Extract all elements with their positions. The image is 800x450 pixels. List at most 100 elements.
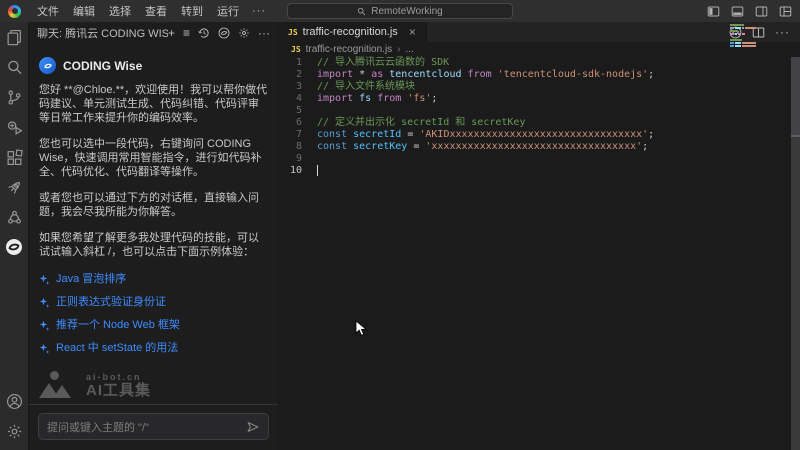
code-line[interactable]: 9 [278,153,788,165]
ai-bot-logo-icon [39,371,77,398]
line-content [302,153,317,165]
code-line[interactable]: 8const secretKey = 'xxxxxxxxxxxxxxxxxxxx… [278,141,788,153]
chat-message-area: CODING Wise 您好 **@Chloe.**，欢迎使用！我可以帮你做代码… [29,44,278,404]
example-prompt-label: React 中 setState 的用法 [56,341,178,355]
editor-scrollbar[interactable] [791,57,800,450]
source-control-icon[interactable] [0,82,28,112]
send-icon[interactable] [246,420,260,434]
chat-paragraph: 您好 **@Chloe.**，欢迎使用！我可以帮你做代码建议、单元测试生成、代码… [39,83,268,125]
code-line[interactable]: 2import * as tencentcloud from 'tencentc… [278,69,788,81]
line-content: import fs from 'fs'; [302,93,437,105]
code-line[interactable]: 6// 定义并出示化 secretId 和 secretKey [278,117,788,129]
sparkle-icon [39,320,50,331]
line-content: // 导入文件系统模块 [302,81,415,93]
cloud-cluster-icon[interactable] [0,202,28,232]
line-number: 5 [278,105,302,117]
toggle-panel-icon[interactable] [731,5,744,18]
tab-label: traffic-recognition.js [303,26,398,38]
line-content: const secretKey = 'xxxxxxxxxxxxxxxxxxxxx… [302,141,648,153]
code-line[interactable]: 1// 导入腾讯云云函数的 SDK [278,57,788,69]
line-number: 8 [278,141,302,153]
line-number: 3 [278,81,302,93]
menu-overflow-button[interactable]: ··· [246,5,272,17]
explorer-icon[interactable] [0,22,28,52]
tab-traffic-recognition[interactable]: JS traffic-recognition.js × [278,22,427,42]
command-center-search[interactable]: RemoteWorking [287,3,513,19]
watermark: ai-bot.cn AI工具集 [39,370,268,398]
line-content: import * as tencentcloud from 'tencentcl… [302,69,654,81]
close-icon[interactable]: × [409,25,416,39]
code-editor[interactable]: 1// 导入腾讯云云函数的 SDK2import * as tencentclo… [278,57,788,450]
more-actions-icon[interactable]: ··· [775,25,790,39]
chat-panel-title: 聊天: 腾讯云 CODING WISE [37,25,168,41]
menu-item[interactable]: 查看 [138,3,174,19]
code-line[interactable]: 10 [278,165,788,177]
example-prompt-link[interactable]: 正则表达式验证身份证 [39,295,268,309]
sparkle-icon [39,297,50,308]
code-line[interactable]: 4import fs from 'fs'; [278,93,788,105]
line-content: // 导入腾讯云云函数的 SDK [302,57,449,69]
code-line[interactable]: 3// 导入文件系统模块 [278,81,788,93]
menu-list: 文件编辑选择查看转到运行 [30,3,246,19]
menu-item[interactable]: 转到 [174,3,210,19]
example-prompt-list: Java 冒泡排序正则表达式验证身份证推荐一个 Node Web 框架 React… [39,272,268,355]
coding-app-logo-icon [8,5,21,18]
customize-layout-icon[interactable] [779,5,792,18]
chat-list-icon[interactable]: ≡ [183,27,190,39]
breadcrumb-symbol[interactable]: ... [406,44,414,55]
example-prompt-link[interactable]: Java 冒泡排序 [39,272,268,286]
history-icon[interactable] [198,27,210,39]
menu-item[interactable]: 文件 [30,3,66,19]
line-number: 1 [278,57,302,69]
search-icon[interactable] [0,52,28,82]
line-number: 6 [278,117,302,129]
scrollbar-thumb[interactable] [791,57,800,137]
line-number: 7 [278,129,302,141]
chat-paragraph: 如果您希望了解更多我处理代码的技能，可以试试输入斜杠 /，也可以点击下面示例体验… [39,231,268,259]
settings-gear-icon[interactable] [0,416,28,446]
breadcrumb-file[interactable]: traffic-recognition.js [306,44,393,55]
editor-group: JS traffic-recognition.js × ··· JS traff… [278,22,800,450]
chat-input[interactable]: 提问或键入主题的 "/" [38,413,269,440]
coding-wise-icon[interactable] [0,232,28,262]
coding-rocket-icon[interactable] [0,172,28,202]
chat-paragraph: 或者您也可以通过下方的对话框，直接输入问题，我会尽我所能为你解答。 [39,191,268,219]
menu-item[interactable]: 编辑 [66,3,102,19]
line-number: 2 [278,69,302,81]
chat-panel: 聊天: 腾讯云 CODING WISE + ≡ ··· CODING Wise … [28,22,278,450]
account-icon[interactable] [0,386,28,416]
search-icon [357,7,366,16]
example-prompt-link[interactable]: React 中 setState 的用法 [39,341,268,355]
coding-logo-icon[interactable] [218,27,230,39]
menu-item[interactable]: 运行 [210,3,246,19]
js-file-icon: JS [291,45,301,54]
text-cursor [317,165,318,176]
sparkle-icon [39,274,50,285]
minimap-row [730,30,756,32]
run-and-debug-icon[interactable] [0,112,28,142]
more-actions-icon[interactable]: ··· [258,27,270,39]
minimap-row [730,45,756,47]
toggle-sidebar-icon[interactable] [707,5,720,18]
menu-item[interactable]: 选择 [102,3,138,19]
code-line[interactable]: 7const secretId = 'AKIDxxxxxxxxxxxxxxxxx… [278,129,788,141]
breadcrumb[interactable]: JS traffic-recognition.js › ... [278,42,800,57]
example-prompt-label: 推荐一个 Node Web 框架 [56,318,180,332]
toggle-secondary-sidebar-icon[interactable] [755,5,768,18]
chat-paragraph: 您也可以选中一段代码，右键询问 CODING Wise，快速调用常用智能指令，进… [39,137,268,179]
settings-gear-icon[interactable] [238,27,250,39]
line-number: 4 [278,93,302,105]
title-bar: 文件编辑选择查看转到运行 ··· ← → RemoteWorking [0,0,800,22]
extensions-icon[interactable] [0,142,28,172]
minimap[interactable] [730,24,756,53]
chat-panel-header: 聊天: 腾讯云 CODING WISE + ≡ ··· [29,22,278,44]
new-chat-icon[interactable]: + [168,27,175,39]
example-prompt-link[interactable]: 推荐一个 Node Web 框架 [39,318,268,332]
js-file-icon: JS [288,28,298,37]
sparkle-icon [39,343,50,354]
minimap-row [730,42,756,44]
code-line[interactable]: 5 [278,105,788,117]
minimap-row [730,48,756,50]
vscode-window: 文件编辑选择查看转到运行 ··· ← → RemoteWorking [0,0,800,450]
minimap-row [730,24,756,26]
